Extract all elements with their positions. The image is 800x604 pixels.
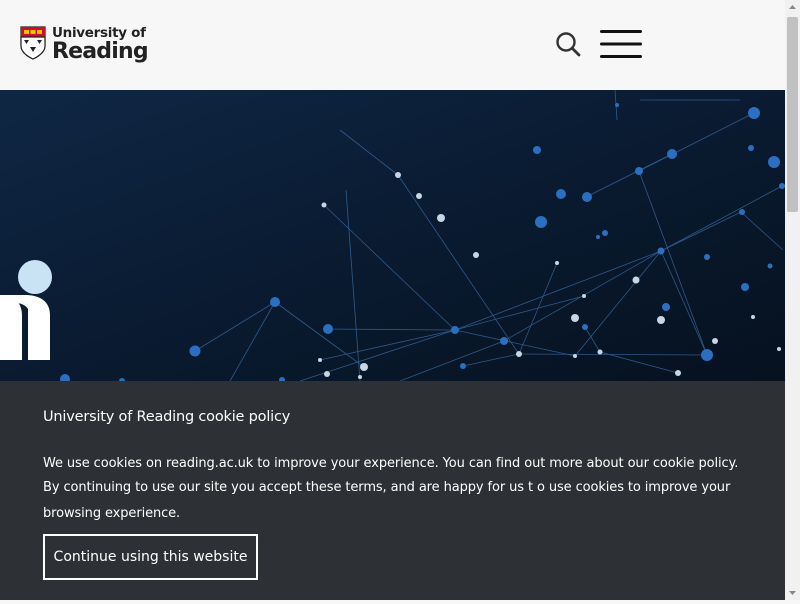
network-node [602, 230, 608, 236]
network-line [274, 301, 365, 368]
network-node [748, 107, 760, 119]
network-line [574, 250, 662, 357]
network-line [462, 353, 520, 367]
network-node [270, 297, 280, 307]
network-line [660, 211, 742, 252]
network-node [615, 103, 619, 107]
network-line [319, 329, 456, 361]
network-node [777, 347, 781, 351]
cookie-banner-text-1: We use cookies on reading.ac.uk to impro… [43, 456, 739, 471]
university-crest-icon [20, 26, 46, 60]
network-node [704, 254, 710, 260]
network-node [667, 149, 677, 159]
network-node [323, 324, 333, 334]
network-node [657, 316, 665, 324]
hero-banner [0, 90, 785, 381]
network-line [454, 329, 576, 357]
network-node [571, 314, 579, 322]
hamburger-menu-icon [600, 30, 642, 58]
network-nodes-graphic [0, 90, 785, 381]
network-node [597, 349, 603, 355]
scroll-up-arrow-icon[interactable] [785, 0, 800, 15]
network-node [451, 326, 459, 334]
logo-wordmark: University of Reading [52, 26, 149, 64]
network-line [518, 353, 708, 356]
partial-letter-graphic [0, 260, 52, 360]
network-node [657, 247, 665, 255]
logo-line2: Reading [52, 38, 149, 64]
network-node [741, 283, 749, 291]
network-node [416, 193, 422, 199]
network-node [533, 146, 541, 154]
network-line [638, 170, 708, 356]
network-node [318, 358, 322, 362]
network-line [740, 211, 784, 251]
network-node [535, 216, 547, 228]
network-line [399, 340, 505, 381]
network-node [635, 167, 643, 175]
network-line [229, 301, 276, 381]
network-node [739, 209, 745, 215]
network-node [556, 189, 566, 199]
continue-using-website-button[interactable]: Continue using this website [43, 534, 258, 580]
cookie-banner-text-2: By continuing to use our site you accept… [43, 480, 731, 521]
network-node [768, 156, 780, 168]
network-node [555, 261, 559, 265]
network-line [397, 174, 520, 355]
network-line [454, 295, 585, 331]
vertical-scrollbar[interactable] [785, 0, 800, 600]
network-node [395, 172, 401, 178]
network-node [437, 214, 445, 222]
cookie-banner-title: University of Reading cookie policy [43, 409, 291, 425]
network-node [358, 375, 362, 379]
network-node [60, 374, 70, 381]
scrollbar-thumb[interactable] [787, 17, 798, 212]
network-line [194, 301, 276, 352]
network-line [660, 185, 783, 252]
network-node [582, 192, 592, 202]
network-node [582, 324, 588, 330]
network-line [323, 204, 456, 331]
network-node [767, 263, 773, 269]
network-line [327, 328, 456, 331]
network-node [360, 363, 368, 371]
network-node [748, 145, 754, 151]
search-button[interactable] [553, 29, 583, 59]
network-node [460, 363, 466, 369]
menu-button[interactable] [599, 29, 643, 59]
network-node [662, 303, 670, 311]
network-node [582, 294, 586, 298]
search-icon [556, 32, 581, 57]
network-node [500, 337, 508, 345]
network-node [321, 202, 327, 208]
network-node [324, 371, 330, 377]
network-node [632, 276, 640, 284]
network-node [189, 345, 201, 357]
site-header: University of Reading [0, 0, 785, 90]
network-node [712, 338, 718, 344]
network-node [596, 235, 600, 239]
network-node [751, 315, 755, 319]
network-line [638, 112, 755, 172]
network-line [518, 262, 558, 355]
network-line [339, 129, 399, 176]
network-node [516, 351, 522, 357]
network-line [660, 250, 708, 356]
university-logo[interactable]: University of Reading [20, 26, 149, 66]
network-node [701, 349, 713, 361]
network-node [473, 252, 479, 258]
network-node [573, 354, 577, 358]
network-line [584, 326, 601, 353]
network-node [675, 370, 681, 376]
cookie-banner: University of Reading cookie policy We u… [0, 381, 785, 600]
scroll-down-arrow-icon[interactable] [785, 585, 800, 600]
